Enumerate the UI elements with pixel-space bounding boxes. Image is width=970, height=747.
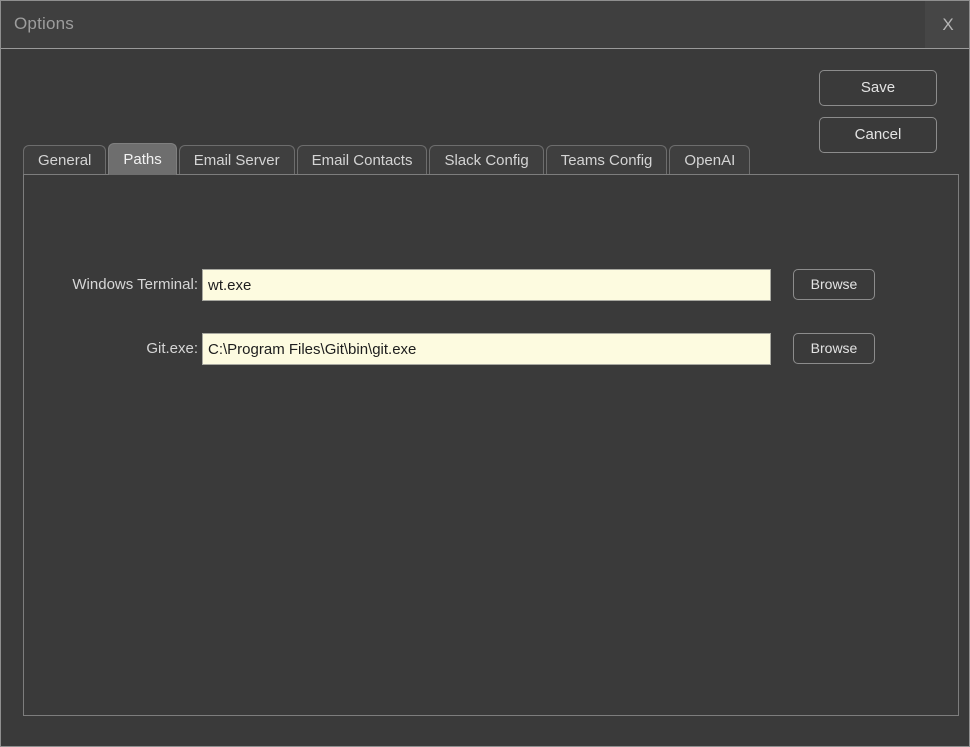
window-title: Options [14, 14, 74, 34]
tab-email-contacts[interactable]: Email Contacts [297, 145, 428, 175]
tab-general[interactable]: General [23, 145, 106, 175]
git-exe-browse-button[interactable]: Browse [793, 333, 875, 364]
options-dialog: Options X Save Cancel General Paths Emai… [0, 0, 970, 747]
tab-strip: General Paths Email Server Email Contact… [23, 143, 943, 175]
tab-slack-config[interactable]: Slack Config [429, 145, 543, 175]
close-icon: X [925, 1, 970, 48]
save-button[interactable]: Save [819, 70, 937, 106]
git-exe-input[interactable] [202, 333, 771, 365]
git-exe-label: Git.exe: [24, 333, 198, 365]
git-exe-row: Git.exe: Browse [24, 333, 958, 365]
paths-tab-panel: Windows Terminal: Browse Git.exe: Browse [23, 174, 959, 716]
windows-terminal-label: Windows Terminal: [24, 269, 198, 301]
close-button[interactable]: X [925, 1, 970, 48]
windows-terminal-browse-button[interactable]: Browse [793, 269, 875, 300]
tab-email-server[interactable]: Email Server [179, 145, 295, 175]
tab-openai[interactable]: OpenAI [669, 145, 750, 175]
tab-teams-config[interactable]: Teams Config [546, 145, 668, 175]
windows-terminal-row: Windows Terminal: Browse [24, 269, 958, 301]
tab-paths[interactable]: Paths [108, 143, 176, 175]
title-bar: Options X [1, 1, 970, 49]
windows-terminal-input[interactable] [202, 269, 771, 301]
